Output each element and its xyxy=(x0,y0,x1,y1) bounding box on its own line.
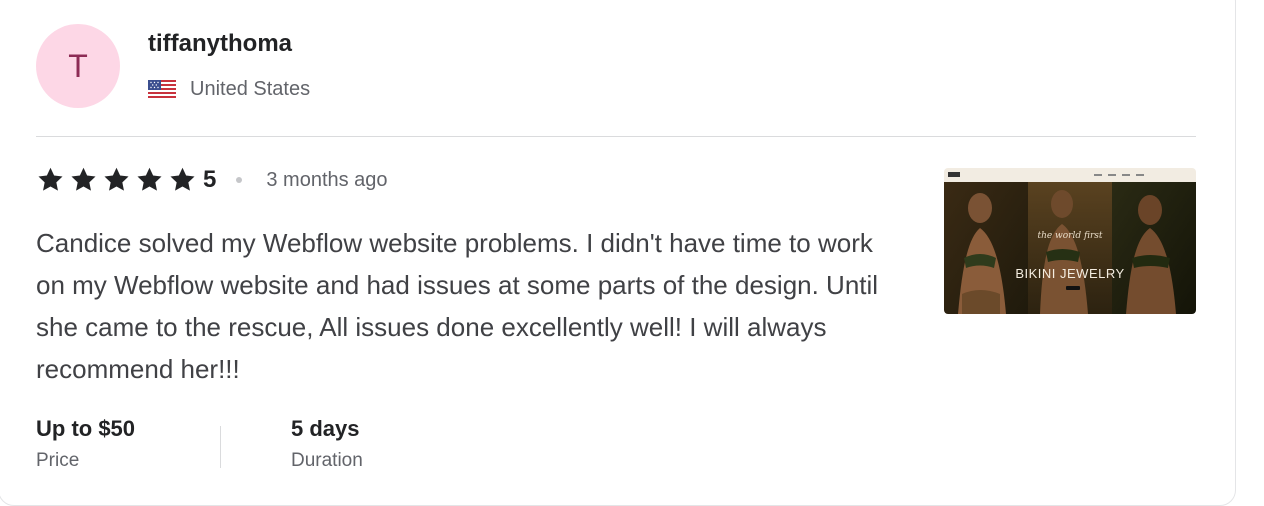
avatar[interactable]: T xyxy=(36,24,120,108)
thumbnail-script-text: the world first xyxy=(1037,231,1102,241)
star-icon xyxy=(137,167,162,191)
rating-row: 5 3 months ago xyxy=(36,166,388,194)
review-time: 3 months ago xyxy=(266,168,388,191)
price-info: Up to $50 Price xyxy=(36,414,135,472)
star-icon xyxy=(71,167,96,191)
divider xyxy=(36,136,1196,137)
thumbnail-headline: BIKINI JEWELRY xyxy=(1015,266,1124,281)
star-icon xyxy=(38,167,63,191)
duration-value: 5 days xyxy=(291,416,360,441)
separator-dot xyxy=(236,177,243,183)
price-value: Up to $50 xyxy=(36,416,136,441)
reviewer-username[interactable]: tiffanythoma xyxy=(148,30,292,58)
star-rating xyxy=(36,166,197,194)
reviewer-country-row: United States xyxy=(148,78,310,101)
us-flag-icon xyxy=(148,79,176,100)
star-icon xyxy=(170,167,195,191)
rating-value: 5 xyxy=(203,166,217,193)
price-label: Price xyxy=(36,450,80,471)
thumbnail-image: the world first BIKINI JEWELRY xyxy=(944,168,1196,314)
duration-label: Duration xyxy=(291,450,363,471)
reviewer-country: United States xyxy=(190,78,311,100)
meta-divider xyxy=(220,426,221,468)
portfolio-thumbnail[interactable]: the world first BIKINI JEWELRY xyxy=(944,168,1196,314)
star-icon xyxy=(104,167,129,191)
avatar-initial: T xyxy=(68,47,88,84)
review-text: Candice solved my Webflow website proble… xyxy=(36,228,879,384)
duration-info: 5 days Duration xyxy=(291,414,363,472)
